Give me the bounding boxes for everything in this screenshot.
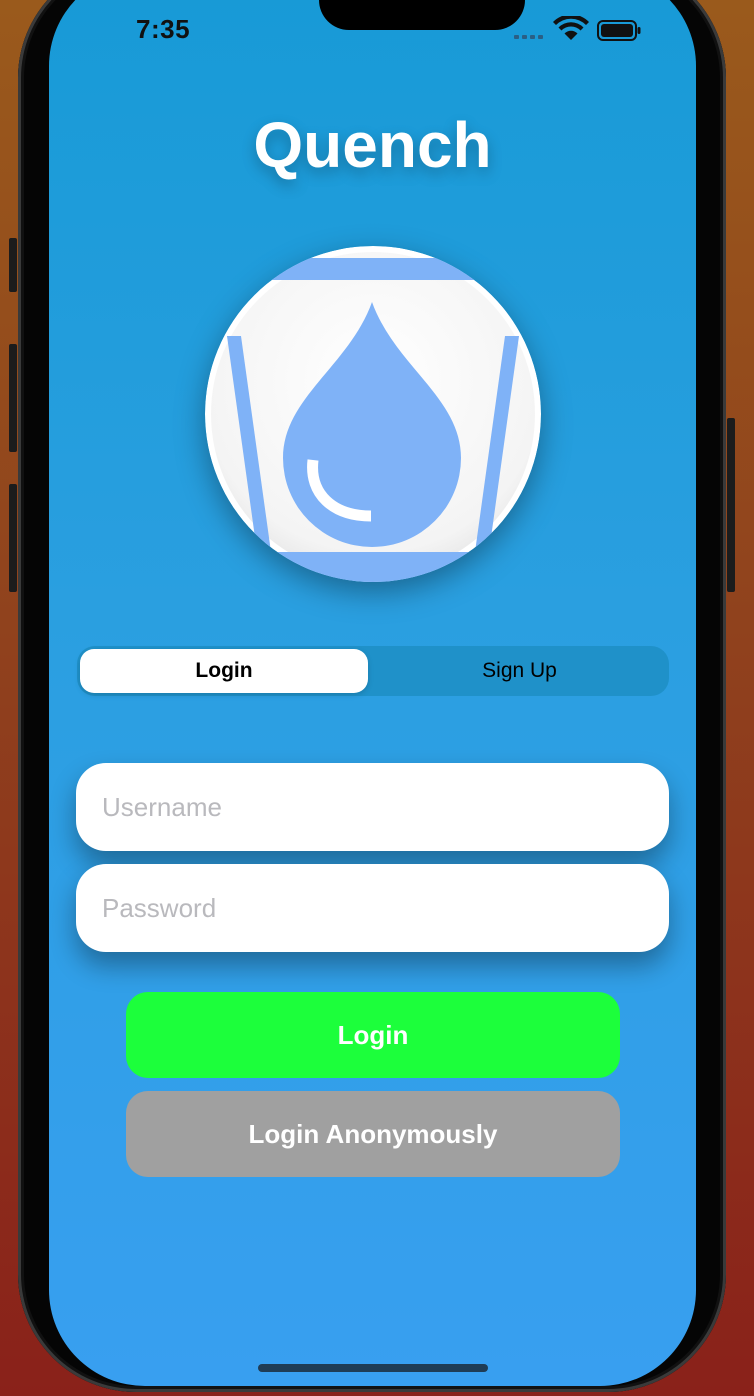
segment-sign-up[interactable]: Sign Up <box>373 649 666 693</box>
cellular-signal-icon <box>514 35 543 39</box>
segment-login[interactable]: Login <box>80 649 368 693</box>
home-indicator <box>258 1364 488 1372</box>
wifi-icon <box>553 14 589 40</box>
volume-up-button <box>9 344 17 452</box>
username-field[interactable] <box>76 763 669 851</box>
volume-down-button <box>9 484 17 592</box>
login-button[interactable]: Login <box>126 992 620 1078</box>
water-drop-glass-icon <box>205 246 541 582</box>
status-icons <box>512 14 642 46</box>
app-title: Quench <box>253 109 492 181</box>
power-button <box>727 418 735 592</box>
battery-icon <box>597 20 641 41</box>
dynamic-island <box>319 0 525 30</box>
login-anonymously-button[interactable]: Login Anonymously <box>126 1091 620 1177</box>
app-logo <box>205 246 541 582</box>
status-icons-graphic <box>514 14 641 41</box>
auth-mode-segmented-control: Login Sign Up <box>77 646 669 696</box>
status-time: 7:35 <box>136 14 191 44</box>
action-button <box>9 238 17 292</box>
password-field[interactable] <box>76 864 669 952</box>
